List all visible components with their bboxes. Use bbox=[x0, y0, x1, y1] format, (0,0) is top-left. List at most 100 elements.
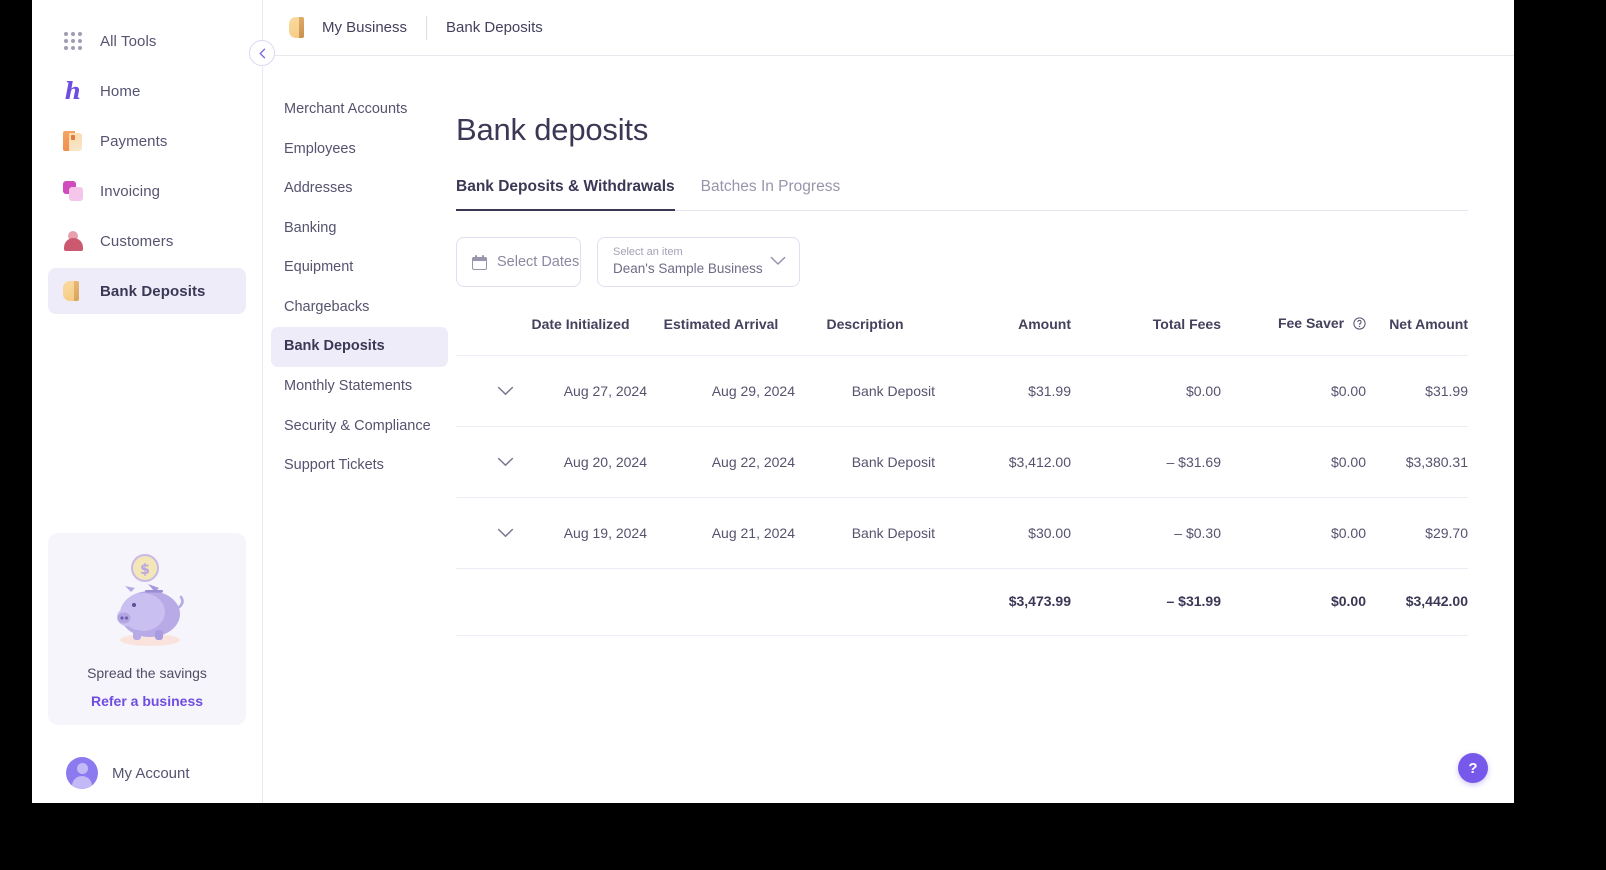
cell-date-initialized: Aug 20, 2024 bbox=[563, 454, 647, 470]
column-date-initialized: Date Initialized bbox=[531, 316, 630, 332]
secondary-item-bank-deposits[interactable]: Bank Deposits bbox=[271, 327, 448, 367]
table-row[interactable]: Aug 20, 2024 Aug 22, 2024 Bank Deposit $… bbox=[456, 426, 1468, 498]
calendar-icon bbox=[472, 254, 487, 270]
secondary-item-equipment[interactable]: Equipment bbox=[271, 248, 448, 288]
tab-batches-in-progress[interactable]: Batches In Progress bbox=[701, 178, 841, 210]
table-totals-row: $3,473.99 – $31.99 $0.00 $3,442.00 bbox=[456, 568, 1468, 636]
my-account-button[interactable]: My Account bbox=[32, 743, 262, 803]
sidebar-item-label: Home bbox=[100, 82, 141, 100]
cell-total-fees: – $31.69 bbox=[1166, 454, 1222, 470]
chevron-down-icon[interactable] bbox=[497, 525, 514, 541]
column-total-fees: Total Fees bbox=[1152, 316, 1221, 332]
business-select[interactable]: Select an item Dean's Sample Business bbox=[597, 237, 800, 287]
app-window: All Tools h Home Payments Invoicing Cust… bbox=[32, 0, 1514, 803]
breadcrumb-separator bbox=[426, 15, 428, 40]
secondary-item-addresses[interactable]: Addresses bbox=[271, 169, 448, 209]
avatar-icon bbox=[66, 757, 98, 789]
customers-icon bbox=[62, 230, 84, 252]
totals-fee-saver: $0.00 bbox=[1330, 593, 1366, 609]
totals-amount: $3,473.99 bbox=[1008, 593, 1071, 609]
sidebar-item-invoicing[interactable]: Invoicing bbox=[48, 168, 246, 214]
info-circle-icon[interactable] bbox=[1353, 317, 1366, 333]
chevron-left-icon bbox=[259, 48, 265, 58]
filters-bar: Select Dates Select an item Dean's Sampl… bbox=[456, 237, 1468, 287]
secondary-item-employees[interactable]: Employees bbox=[271, 130, 448, 170]
secondary-item-merchant-accounts[interactable]: Merchant Accounts bbox=[271, 90, 448, 130]
cell-description: Bank Deposit bbox=[851, 525, 935, 541]
referral-card: $ Spread the savings Refer a business bbox=[48, 533, 246, 725]
cell-amount: $31.99 bbox=[1028, 383, 1071, 399]
topbar: My Business Bank Deposits bbox=[263, 0, 1514, 56]
tabs: Bank Deposits & Withdrawals Batches In P… bbox=[456, 178, 1468, 211]
cell-total-fees: – $0.30 bbox=[1174, 525, 1221, 541]
chevron-down-icon bbox=[770, 253, 786, 271]
column-description: Description bbox=[826, 316, 904, 332]
cell-date-initialized: Aug 27, 2024 bbox=[563, 383, 647, 399]
column-net-amount: Net Amount bbox=[1389, 316, 1468, 332]
page-title: Bank deposits bbox=[456, 112, 649, 147]
table-row[interactable]: Aug 27, 2024 Aug 29, 2024 Bank Deposit $… bbox=[456, 355, 1468, 427]
cell-fee-saver: $0.00 bbox=[1330, 525, 1366, 541]
secondary-item-support-tickets[interactable]: Support Tickets bbox=[271, 446, 448, 486]
payments-icon bbox=[62, 130, 84, 152]
help-button[interactable]: ? bbox=[1458, 753, 1488, 783]
secondary-item-security-compliance[interactable]: Security & Compliance bbox=[271, 407, 448, 447]
cell-amount: $30.00 bbox=[1028, 525, 1071, 541]
below-topbar: Merchant Accounts Employees Addresses Ba… bbox=[263, 56, 1514, 803]
sidebar-collapse-button[interactable] bbox=[249, 40, 275, 66]
sidebar-item-bank-deposits[interactable]: Bank Deposits bbox=[48, 268, 246, 314]
column-fee-saver: Fee Saver bbox=[1221, 315, 1366, 356]
sidebar-item-all-tools[interactable]: All Tools bbox=[48, 18, 246, 64]
table-row[interactable]: Aug 19, 2024 Aug 21, 2024 Bank Deposit $… bbox=[456, 497, 1468, 569]
secondary-nav: Merchant Accounts Employees Addresses Ba… bbox=[263, 56, 456, 803]
bank-deposits-icon bbox=[62, 280, 84, 302]
secondary-item-monthly-statements[interactable]: Monthly Statements bbox=[271, 367, 448, 407]
totals-spacer bbox=[795, 569, 935, 636]
chevron-down-icon[interactable] bbox=[497, 383, 514, 399]
breadcrumb-bank-deposits[interactable]: Bank Deposits bbox=[446, 19, 543, 36]
refer-a-business-link[interactable]: Refer a business bbox=[58, 693, 236, 709]
table-header-row: Date Initialized Estimated Arrival Descr… bbox=[456, 315, 1468, 356]
sidebar-item-label: All Tools bbox=[100, 32, 157, 50]
row-expand-cell bbox=[456, 356, 514, 427]
totals-spacer bbox=[456, 569, 514, 636]
cell-net-amount: $31.99 bbox=[1425, 383, 1468, 399]
totals-net-amount: $3,442.00 bbox=[1405, 593, 1468, 609]
row-expand-cell bbox=[456, 427, 514, 498]
cell-description: Bank Deposit bbox=[851, 383, 935, 399]
cell-date-initialized: Aug 19, 2024 bbox=[563, 525, 647, 541]
table-head: Date Initialized Estimated Arrival Descr… bbox=[456, 315, 1468, 356]
sidebar-item-home[interactable]: h Home bbox=[48, 68, 246, 114]
select-dates-label: Select Dates bbox=[497, 254, 580, 270]
sidebar-item-customers[interactable]: Customers bbox=[48, 218, 246, 264]
sidebar-item-label: Payments bbox=[100, 132, 168, 150]
cell-description: Bank Deposit bbox=[851, 454, 935, 470]
business-select-value: Dean's Sample Business bbox=[613, 261, 763, 277]
column-fee-saver-label: Fee Saver bbox=[1277, 315, 1345, 331]
cell-net-amount: $3,380.31 bbox=[1405, 454, 1468, 470]
select-dates-button[interactable]: Select Dates bbox=[456, 237, 581, 287]
totals-spacer bbox=[647, 569, 795, 636]
referral-title: Spread the savings bbox=[87, 665, 207, 681]
piggy-bank-icon: $ bbox=[58, 551, 236, 653]
row-expand-cell bbox=[456, 498, 514, 569]
breadcrumb-my-business[interactable]: My Business bbox=[322, 19, 407, 36]
cell-estimated-arrival: Aug 29, 2024 bbox=[711, 383, 795, 399]
totals-spacer bbox=[514, 569, 647, 636]
sidebar-item-label: Customers bbox=[100, 232, 174, 250]
chevron-down-icon[interactable] bbox=[497, 454, 514, 470]
grid-icon bbox=[62, 30, 84, 52]
secondary-item-chargebacks[interactable]: Chargebacks bbox=[271, 288, 448, 328]
tab-bank-deposits-withdrawals[interactable]: Bank Deposits & Withdrawals bbox=[456, 178, 675, 211]
secondary-item-banking[interactable]: Banking bbox=[271, 209, 448, 249]
cell-estimated-arrival: Aug 21, 2024 bbox=[711, 525, 795, 541]
h-logo-icon: h bbox=[64, 77, 82, 105]
cell-estimated-arrival: Aug 22, 2024 bbox=[711, 454, 795, 470]
account-label: My Account bbox=[112, 764, 190, 782]
sidebar-item-payments[interactable]: Payments bbox=[48, 118, 246, 164]
main-area: My Business Bank Deposits Merchant Accou… bbox=[263, 0, 1514, 803]
invoicing-icon bbox=[62, 180, 84, 202]
cell-amount: $3,412.00 bbox=[1008, 454, 1071, 470]
bank-deposits-table: Date Initialized Estimated Arrival Descr… bbox=[456, 315, 1468, 636]
